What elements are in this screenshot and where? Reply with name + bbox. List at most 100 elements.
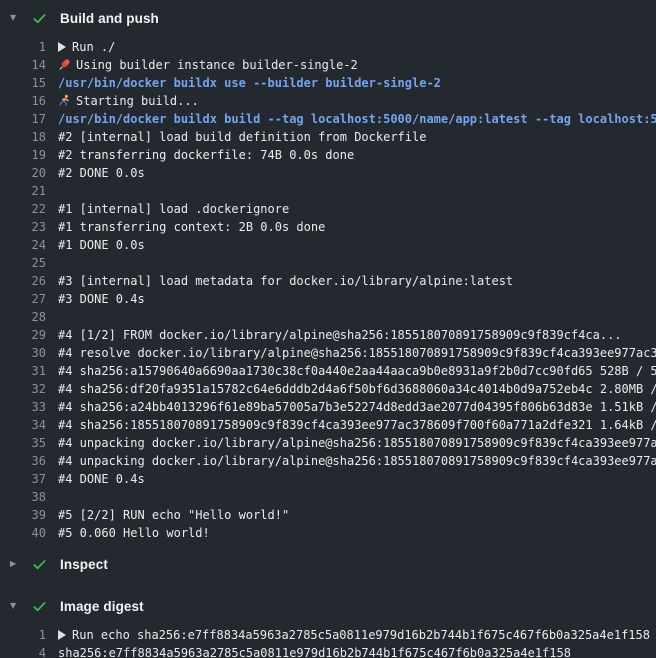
log-text: #3 DONE 0.4s	[58, 290, 145, 308]
log-text: #1 [internal] load .dockerignore	[58, 200, 289, 218]
line-number[interactable]: 1	[0, 38, 46, 56]
line-number[interactable]: 24	[0, 236, 46, 254]
log-text: #4 unpacking docker.io/library/alpine@sh…	[58, 434, 656, 452]
log-line: 19 #2 transferring dockerfile: 74B 0.0s d…	[0, 146, 656, 164]
log-text: #4 resolve docker.io/library/alpine@sha2…	[58, 344, 656, 362]
log-line: 27 #3 DONE 0.4s	[0, 290, 656, 308]
log-text: #1 transferring context: 2B 0.0s done	[58, 218, 325, 236]
log-text: #4 sha256:185518070891758909c9f839cf4ca3…	[58, 416, 656, 434]
log-text: #4 DONE 0.4s	[58, 470, 145, 488]
line-number[interactable]: 38	[0, 488, 46, 506]
line-number[interactable]: 25	[0, 254, 46, 272]
log-text: #4 sha256:a24bb4013296f61e89ba57005a7b3e…	[58, 398, 656, 416]
step-header-inspect[interactable]: ▼▶ Inspect	[0, 546, 656, 582]
line-number[interactable]: 37	[0, 470, 46, 488]
line-number[interactable]: 29	[0, 326, 46, 344]
log-line: 4 sha256:e7ff8834a5963a2785c5a0811e979d16…	[0, 644, 656, 658]
log-line: 18 #2 [internal] load build definition fr…	[0, 128, 656, 146]
log-line: 38	[0, 488, 656, 506]
log-line: 21	[0, 182, 656, 200]
line-number[interactable]: 1	[0, 626, 46, 644]
line-number[interactable]: 28	[0, 308, 46, 326]
log-line: 14 Using builder instance builder-single-…	[0, 56, 656, 74]
line-number[interactable]: 26	[0, 272, 46, 290]
step-title: Image digest	[60, 599, 144, 614]
log-line: 20 #2 DONE 0.0s	[0, 164, 656, 182]
log-text: Run echo sha256:e7ff8834a5963a2785c5a081…	[58, 626, 650, 644]
log-line: 15/usr/bin/docker buildx use --builder b…	[0, 74, 656, 92]
line-number[interactable]: 39	[0, 506, 46, 524]
step-section-inspect: ▼▶ Inspect	[0, 546, 656, 588]
run-toggle-play-icon[interactable]	[58, 39, 66, 57]
log-line: 25	[0, 254, 656, 272]
step-log-build-and-push: 1Run ./14Using builder instance builder-…	[0, 36, 656, 546]
log-line: 23 #1 transferring context: 2B 0.0s done	[0, 218, 656, 236]
success-check-icon	[32, 557, 47, 572]
line-number[interactable]: 22	[0, 200, 46, 218]
log-text: #2 transferring dockerfile: 74B 0.0s don…	[58, 146, 354, 164]
log-text: #2 DONE 0.0s	[58, 164, 145, 182]
actions-log-viewer: { "colors": { "background": "#24292f", "…	[0, 0, 656, 658]
log-text: #4 sha256:a15790640a6690aa1730c38cf0a440…	[58, 362, 656, 380]
chevron-down-icon[interactable]: ▼▶	[10, 588, 24, 624]
log-line: 34 #4 sha256:185518070891758909c9f839cf4c…	[0, 416, 656, 434]
line-number[interactable]: 15	[0, 74, 46, 92]
line-number[interactable]: 35	[0, 434, 46, 452]
line-number[interactable]: 40	[0, 524, 46, 542]
log-line: 33 #4 sha256:a24bb4013296f61e89ba57005a7b…	[0, 398, 656, 416]
log-text: Starting build...	[58, 92, 199, 110]
line-number[interactable]: 23	[0, 218, 46, 236]
step-title: Build and push	[60, 11, 159, 26]
log-line: 22 #1 [internal] load .dockerignore	[0, 200, 656, 218]
log-text: #5 0.060 Hello world!	[58, 524, 210, 542]
log-line: 16 Starting build...	[0, 92, 656, 110]
log-line: 28	[0, 308, 656, 326]
log-line: 30 #4 resolve docker.io/library/alpine@sh…	[0, 344, 656, 362]
step-header-build-and-push[interactable]: ▼▶ Build and push	[0, 0, 656, 36]
log-text: #3 [internal] load metadata for docker.i…	[58, 272, 513, 290]
line-number[interactable]: 31	[0, 362, 46, 380]
log-text: #2 [internal] load build definition from…	[58, 128, 426, 146]
log-line: 37 #4 DONE 0.4s	[0, 470, 656, 488]
log-text: sha256:e7ff8834a5963a2785c5a0811e979d16b…	[58, 644, 571, 658]
log-line: 32 #4 sha256:df20fa9351a15782c64e6dddb2d4…	[0, 380, 656, 398]
log-text: Using builder instance builder-single-2	[58, 56, 358, 74]
log-line: 39 #5 [2/2] RUN echo "Hello world!"	[0, 506, 656, 524]
success-check-icon	[32, 599, 47, 614]
log-text: /usr/bin/docker buildx build --tag local…	[58, 110, 656, 128]
log-line: 40 #5 0.060 Hello world!	[0, 524, 656, 542]
step-header-image-digest[interactable]: ▼▶ Image digest	[0, 588, 656, 624]
line-number[interactable]: 21	[0, 182, 46, 200]
log-line: 35 #4 unpacking docker.io/library/alpine@…	[0, 434, 656, 452]
step-section-image-digest: ▼▶ Image digest 1 Run echo sha256:e7ff883…	[0, 588, 656, 658]
success-check-icon	[32, 11, 47, 26]
log-text: #4 [1/2] FROM docker.io/library/alpine@s…	[58, 326, 622, 344]
line-number[interactable]: 32	[0, 380, 46, 398]
chevron-right-icon[interactable]: ▼▶	[10, 546, 24, 582]
step-log-image-digest: 1 Run echo sha256:e7ff8834a5963a2785c5a08…	[0, 624, 656, 658]
line-number[interactable]: 36	[0, 452, 46, 470]
line-number[interactable]: 14	[0, 56, 46, 74]
log-line: 17/usr/bin/docker buildx build --tag loc…	[0, 110, 656, 128]
log-text: #5 [2/2] RUN echo "Hello world!"	[58, 506, 289, 524]
log-text: #4 sha256:df20fa9351a15782c64e6dddb2d4a6…	[58, 380, 656, 398]
line-number[interactable]: 19	[0, 146, 46, 164]
run-toggle-play-icon[interactable]	[58, 627, 66, 645]
chevron-down-icon[interactable]: ▼▶	[10, 0, 24, 36]
log-line: 36#4 unpacking docker.io/library/alpine@…	[0, 452, 656, 470]
line-number[interactable]: 33	[0, 398, 46, 416]
line-number[interactable]: 16	[0, 92, 46, 110]
line-number[interactable]: 27	[0, 290, 46, 308]
step-title: Inspect	[60, 557, 108, 572]
line-number[interactable]: 18	[0, 128, 46, 146]
log-text: #1 DONE 0.0s	[58, 236, 145, 254]
line-number[interactable]: 20	[0, 164, 46, 182]
line-number[interactable]: 17	[0, 110, 46, 128]
log-line: 24 #1 DONE 0.0s	[0, 236, 656, 254]
line-number[interactable]: 34	[0, 416, 46, 434]
step-section-build-and-push: ▼▶ Build and push 1Run ./14Using builder…	[0, 0, 656, 546]
line-number[interactable]: 30	[0, 344, 46, 362]
log-line: 1 Run echo sha256:e7ff8834a5963a2785c5a08…	[0, 626, 656, 644]
line-number[interactable]: 4	[0, 644, 46, 658]
log-line: 31 #4 sha256:a15790640a6690aa1730c38cf0a4…	[0, 362, 656, 380]
